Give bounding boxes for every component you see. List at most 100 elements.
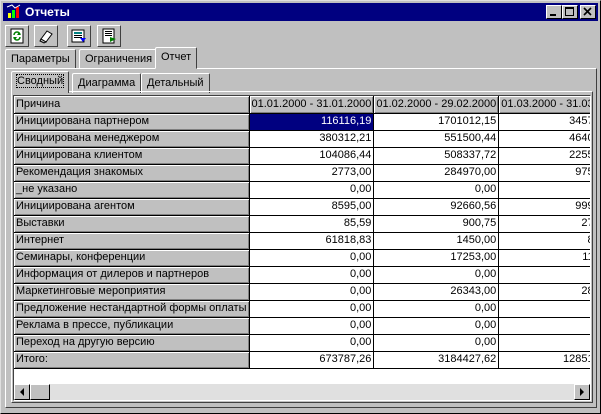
table-cell[interactable]: 116116,19	[249, 113, 375, 131]
table-cell[interactable]: 0,00	[249, 249, 375, 267]
table-cell[interactable]: 2700,00	[498, 215, 590, 233]
table-cell[interactable]: 2800,00	[498, 283, 590, 301]
table-cell[interactable]: 0,00	[373, 266, 500, 284]
table-row[interactable]: Реклама в прессе, публикации0,000,000,00	[14, 317, 590, 335]
table-cell[interactable]: 17253,00	[373, 249, 500, 267]
row-header[interactable]: Информация от дилеров и партнеров	[14, 266, 250, 284]
tab-restrictions[interactable]: Ограничения	[79, 49, 159, 69]
table-row[interactable]: Итого:673787,263184427,621285130,00	[14, 351, 590, 369]
table-cell[interactable]: 380312,21	[249, 130, 375, 148]
table-cell[interactable]: 0,00	[249, 181, 375, 199]
summary-table: Причина 01.01.2000 - 31.01.2000 01.02.20…	[14, 96, 590, 369]
row-header[interactable]: Интернет	[14, 232, 250, 250]
row-header[interactable]: Реклама в прессе, публикации	[14, 317, 250, 335]
table-cell[interactable]: 345795,00	[498, 113, 590, 131]
table-cell[interactable]: 1450,00	[373, 232, 500, 250]
column-header-mar[interactable]: 01.03.2000 - 31.03.2000	[498, 96, 590, 114]
scroll-right-button[interactable]	[574, 384, 590, 400]
table-row[interactable]: Инициирована менеджером 380312,21 551500,4…	[14, 130, 590, 148]
tab-parameters[interactable]: Параметры	[5, 49, 76, 69]
table-cell[interactable]: 0,00	[373, 317, 500, 335]
table-cell[interactable]: 900,75	[373, 215, 500, 233]
table-cell[interactable]: 673787,26	[249, 351, 375, 369]
horizontal-scrollbar[interactable]	[14, 384, 590, 400]
table-cell[interactable]: 0,00	[249, 300, 375, 318]
row-header[interactable]: Предложение нестандартной формы оплаты	[14, 300, 250, 318]
app-icon	[6, 4, 22, 20]
table-cell[interactable]: 85,59	[249, 215, 375, 233]
table-cell[interactable]: 1285130,00	[498, 351, 590, 369]
table-cell[interactable]: 1701012,15	[373, 113, 500, 131]
table-row[interactable]: _не указано0,000,000,00	[14, 181, 590, 199]
column-header-jan[interactable]: 01.01.2000 - 31.01.2000	[249, 96, 375, 114]
table-cell[interactable]: 0,00	[249, 317, 375, 335]
table-row[interactable]: Рекомендация знакомых2773,00284970,00975…	[14, 164, 590, 182]
close-button[interactable]	[580, 5, 596, 19]
tab-report[interactable]: Отчет	[155, 47, 198, 69]
table-cell[interactable]: 0,00	[373, 300, 500, 318]
refresh-button[interactable]	[5, 25, 29, 47]
table-cell[interactable]: 0,00	[498, 266, 590, 284]
row-header[interactable]: Переход на другую версию	[14, 334, 250, 352]
report-button[interactable]	[97, 25, 121, 47]
export-button[interactable]	[67, 25, 91, 47]
table-cell[interactable]: 26343,00	[373, 283, 500, 301]
column-header-feb[interactable]: 01.02.2000 - 29.02.2000	[373, 96, 500, 114]
table-row[interactable]: Семинары, конференции0,0017253,001100,00	[14, 249, 590, 267]
summary-grid[interactable]: Причина 01.01.2000 - 31.01.2000 01.02.20…	[13, 95, 591, 401]
table-cell[interactable]: 0,00	[498, 300, 590, 318]
table-cell[interactable]: 508337,72	[373, 147, 500, 165]
table-cell[interactable]: 0,00	[249, 266, 375, 284]
table-cell[interactable]: 0,00	[498, 181, 590, 199]
table-cell[interactable]: 8595,00	[249, 198, 375, 216]
table-cell[interactable]: 99988,00	[498, 198, 590, 216]
row-header[interactable]: Выставки	[14, 215, 250, 233]
table-row[interactable]: Инициирована клиентом 104086,44 508337,72 2…	[14, 147, 590, 165]
table-cell[interactable]: 61818,83	[249, 232, 375, 250]
row-header[interactable]: Маркетинговые мероприятия	[14, 283, 250, 301]
table-cell[interactable]: 97514,00	[498, 164, 590, 182]
row-header[interactable]: Рекомендация знакомых	[14, 164, 250, 182]
table-cell[interactable]: 0,00	[498, 334, 590, 352]
table-cell[interactable]: 2773,00	[249, 164, 375, 182]
eraser-button[interactable]	[34, 25, 58, 47]
table-row[interactable]: Выставки85,59900,752700,00	[14, 215, 590, 233]
row-header[interactable]: Инициирована клиентом	[14, 147, 250, 165]
row-header[interactable]: Инициирована менеджером	[14, 130, 250, 148]
row-header[interactable]: Инициирована партнером	[14, 113, 250, 131]
tab-diagram[interactable]: Диаграмма	[72, 73, 142, 93]
table-cell[interactable]: 0,00	[249, 283, 375, 301]
table-cell[interactable]: 1100,00	[498, 249, 590, 267]
column-header-reason[interactable]: Причина	[14, 96, 250, 114]
table-row[interactable]: Инициирована агентом8595,0092660,5699988…	[14, 198, 590, 216]
row-header[interactable]: _не указано	[14, 181, 250, 199]
table-cell[interactable]: 800,00	[498, 232, 590, 250]
tab-summary[interactable]: Сводный	[11, 71, 70, 93]
table-row[interactable]: Переход на другую версию0,000,000,00	[14, 334, 590, 352]
row-header[interactable]: Итого:	[14, 351, 250, 369]
table-cell[interactable]: 0,00	[249, 334, 375, 352]
table-cell[interactable]: 284970,00	[373, 164, 500, 182]
table-cell[interactable]: 92660,56	[373, 198, 500, 216]
title-bar[interactable]: Отчеты	[3, 3, 598, 21]
table-cell[interactable]: 225595,00	[498, 147, 590, 165]
table-row[interactable]: Информация от дилеров и партнеров 0,00 0,0…	[14, 266, 590, 284]
table-cell[interactable]: 0,00	[373, 181, 500, 199]
table-row[interactable]: Интернет61818,831450,00800,00	[14, 232, 590, 250]
scroll-thumb[interactable]	[30, 384, 50, 400]
table-row[interactable]: Маркетинговые мероприятия0,0026343,00280…	[14, 283, 590, 301]
minimize-button[interactable]	[546, 5, 562, 19]
table-cell[interactable]: 104086,44	[249, 147, 375, 165]
table-cell[interactable]: 464038,00	[498, 130, 590, 148]
maximize-button[interactable]	[562, 5, 578, 19]
tab-detailed[interactable]: Детальный	[141, 73, 210, 93]
row-header[interactable]: Семинары, конференции	[14, 249, 250, 267]
table-row[interactable]: Предложение нестандартной формы оплаты 0,…	[14, 300, 590, 318]
table-row[interactable]: Инициирована партнером 116116,19 1701012,1…	[14, 113, 590, 131]
table-cell[interactable]: 3184427,62	[373, 351, 500, 369]
scroll-left-button[interactable]	[14, 384, 30, 400]
table-cell[interactable]: 0,00	[373, 334, 500, 352]
row-header[interactable]: Инициирована агентом	[14, 198, 250, 216]
table-cell[interactable]: 551500,44	[373, 130, 500, 148]
table-cell[interactable]: 0,00	[498, 317, 590, 335]
